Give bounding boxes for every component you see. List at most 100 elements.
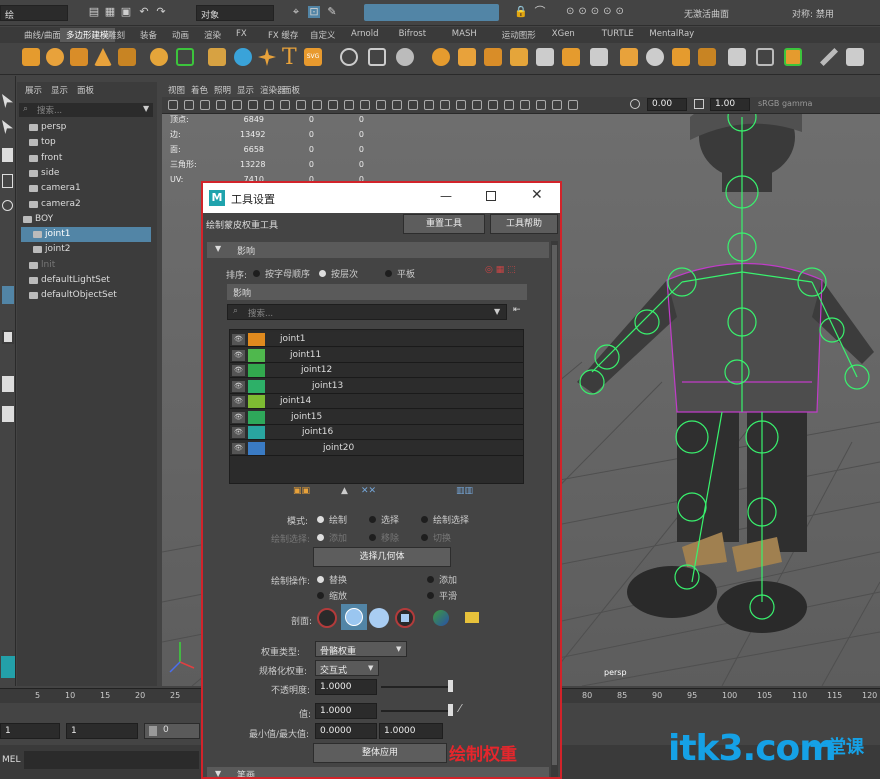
radio-button[interactable] [317,516,324,523]
radio-option[interactable]: 按层次 [319,267,358,280]
smooth-icon[interactable] [234,48,252,66]
cylinder-icon[interactable] [70,48,88,66]
chevron-down-icon[interactable]: ▼ [143,104,149,113]
sort-list-icons[interactable]: ▥▥ [456,486,486,498]
viewport-tool-icon[interactable] [456,100,466,110]
copy-weights-icons[interactable]: ▣▣ [293,486,327,498]
save-scene-icon[interactable]: ▣ [120,6,132,18]
sort-tool-icons[interactable]: ◎ ▦ ⬚ [485,265,519,277]
viewport-tool-icon[interactable] [280,100,290,110]
shelf-tab[interactable]: MentalRay [643,28,700,42]
viewport-tool-icon[interactable] [520,100,530,110]
lasso-icon[interactable] [2,120,13,134]
opacity-slider-track[interactable] [381,686,451,688]
radio-button[interactable] [317,592,324,599]
separate-icon[interactable] [672,48,690,66]
radio-button[interactable] [427,576,434,583]
radio-option[interactable]: 平滑 [427,589,457,602]
cube-icon[interactable] [22,48,40,66]
outliner-item[interactable]: joint1 [21,227,151,243]
close-icon[interactable]: ✕ [531,187,543,203]
hierarchy-icon[interactable]: ⌖ [290,6,302,18]
object-mode-icon[interactable]: ⊡ [308,6,320,18]
knife-icon[interactable] [820,48,838,66]
viewport-tool-icon[interactable] [536,100,546,110]
influence-row[interactable]: 👁 joint1 [230,332,523,347]
influence-list[interactable]: 👁 joint1 👁 joint11 👁 joint12 👁 joint13 👁 joint14 👁… [229,329,524,484]
viewport-tool-icon[interactable] [216,100,226,110]
move-tool-icon[interactable] [2,174,13,188]
min-value-field[interactable]: 0.0000 [315,723,377,739]
shelf-tab[interactable]: 装备 [134,28,163,42]
solid-brush-icon[interactable] [369,608,389,628]
snap-icons[interactable]: ⊙⊙⊙⊙⊙ [566,6,666,18]
undo-icon[interactable]: ↶ [138,6,150,18]
outliner-item[interactable]: camera1 [21,181,151,196]
target-weld-icon[interactable] [368,48,386,66]
gaussian-brush-icon[interactable] [317,608,337,628]
flood-button[interactable]: 整体应用 [313,743,447,763]
shelf-tab[interactable]: FX [230,28,253,42]
menu-set-dropdown[interactable]: 绘 [0,5,68,21]
dialog-scrollbar[interactable] [551,241,558,777]
influence-row[interactable]: 👁 joint12 [230,363,523,378]
weight-type-dropdown[interactable]: 骨骼权重 ▼ [315,641,407,657]
square-brush-icon[interactable] [395,608,415,628]
plane-icon[interactable] [118,48,136,66]
tool-help-button[interactable]: 工具帮助 [490,214,558,234]
cone-icon[interactable] [94,48,112,66]
layout-two-icon[interactable] [2,406,14,422]
outliner-menu-item[interactable]: 展示 [25,84,42,96]
extrude-icon[interactable] [458,48,476,66]
paint-weights-tool-icon[interactable] [2,286,14,304]
shelf-tab[interactable]: XGen [546,28,581,42]
selection-mask-dropdown[interactable]: 对象 [196,5,274,21]
max-value-field[interactable]: 1.0000 [379,723,443,739]
viewport-tool-icon[interactable] [408,100,418,110]
select-arrow-icon[interactable] [2,94,13,108]
eye-icon[interactable]: 👁 [232,396,245,407]
eyedropper-icon[interactable]: ⁄ [459,702,461,715]
gamma-field[interactable]: 0.00 [647,98,687,111]
outliner-item[interactable]: joint2 [21,242,151,257]
radio-option[interactable]: 添加 [317,531,347,544]
viewport-tool-icon[interactable] [488,100,498,110]
opacity-field[interactable]: 1.0000 [315,679,377,695]
radio-button[interactable] [427,592,434,599]
shelf-tab[interactable]: FX 缓存 [262,28,304,42]
viewport-tool-icon[interactable] [200,100,210,110]
insert-loop-icon[interactable] [620,48,638,66]
outliner-item[interactable]: defaultObjectSet [21,288,151,303]
select-influence-icon[interactable]: ▲ [341,486,357,498]
viewport-tool-icon[interactable] [248,100,258,110]
gamma-icon[interactable] [630,99,640,109]
value-slider-track[interactable] [381,710,451,712]
folder-icon[interactable] [465,612,479,623]
mesh-icon[interactable] [432,48,450,66]
outliner-search-field[interactable]: ⌕ 搜索... ▼ [19,103,153,117]
outliner-item[interactable]: front [21,151,151,166]
colorspace-label[interactable]: sRGB gamma [758,99,812,108]
radio-button[interactable] [385,270,392,277]
maximize-icon[interactable] [486,191,496,201]
minimize-icon[interactable]: — [440,189,452,203]
viewport-tool-icon[interactable] [568,100,578,110]
pin-icon[interactable]: ⇤ [513,305,521,315]
mel-label[interactable]: MEL [2,755,20,765]
normalize-dropdown[interactable]: 交互式 ▼ [315,660,379,676]
opacity-slider-handle[interactable] [448,680,453,692]
viewport-menu-item[interactable]: 着色 [191,84,208,96]
pipe-icon[interactable] [208,48,226,66]
viewport-tool-icon[interactable] [376,100,386,110]
viewport-menu-item[interactable]: 照明 [214,84,231,96]
viewport-tool-icon[interactable] [504,100,514,110]
radio-button[interactable] [421,516,428,523]
viewport-tool-icon[interactable] [344,100,354,110]
radio-button[interactable] [317,576,324,583]
influence-row[interactable]: 👁 joint11 [230,347,523,363]
snap-tools[interactable] [364,4,499,21]
exposure-field[interactable]: 1.00 [710,98,750,111]
merge-icon[interactable] [646,48,664,66]
outliner-item[interactable]: persp [21,120,151,135]
eye-icon[interactable]: 👁 [232,380,245,392]
